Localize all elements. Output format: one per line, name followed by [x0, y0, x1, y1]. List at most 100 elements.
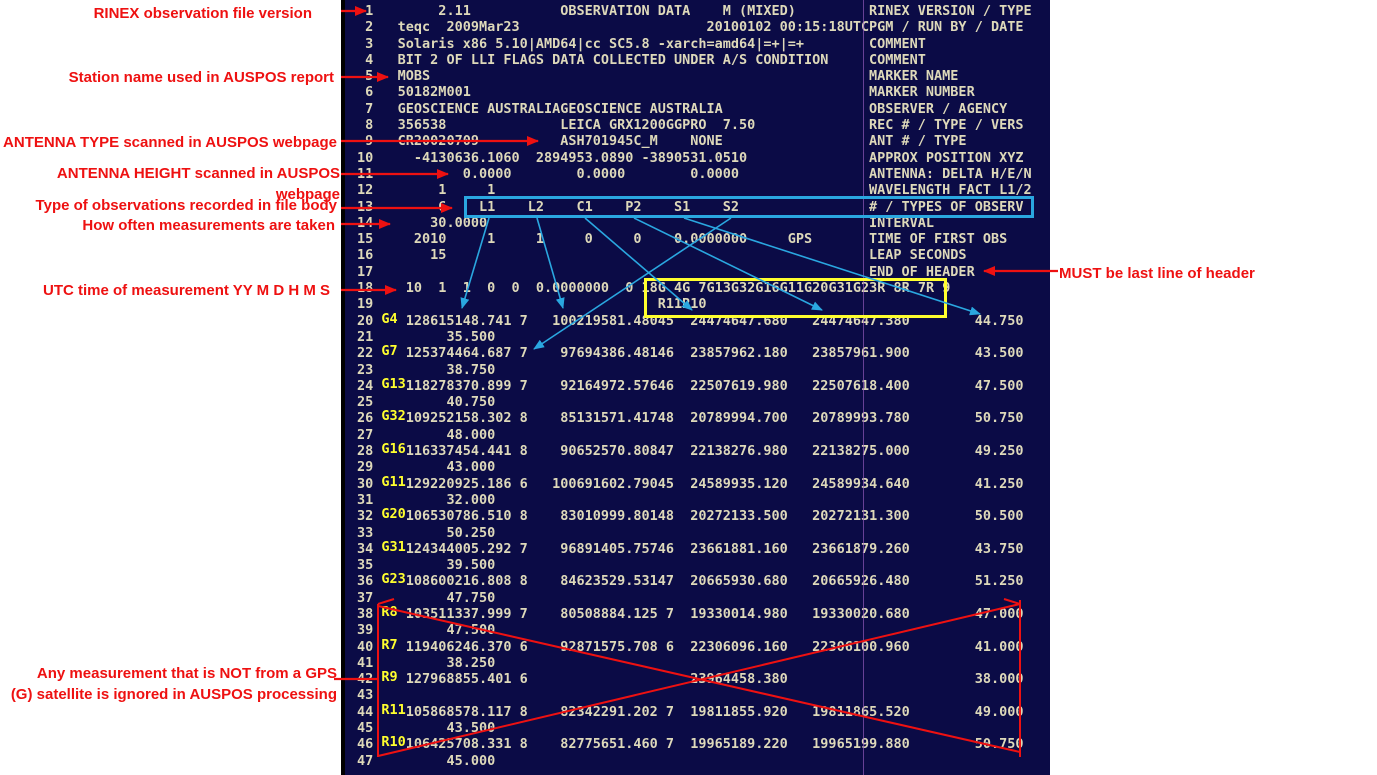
left-annotation-2: ANTENNA TYPE scanned in AUSPOS webpage — [3, 132, 337, 153]
types-of-observ-highlight-box — [464, 196, 1034, 218]
satellite-id-annotation: R8 — [381, 604, 405, 620]
line-number: 32 — [357, 508, 373, 524]
line-content: -4130636.1060 2894953.0890 -3890531.0510 — [398, 150, 748, 166]
satellite-id-annotation: R9 — [381, 669, 405, 685]
line-content: 50182M001 — [398, 84, 471, 100]
satellite-id-annotation: G16 — [381, 441, 405, 457]
header-label: MARKER NAME — [869, 68, 958, 84]
terminal-line-40: 40 R7 119406246.370 6 92871575.708 6 223… — [357, 639, 1050, 655]
satellite-id-annotation: G20 — [381, 506, 405, 522]
line-number: 6 — [357, 84, 373, 100]
line-number: 19 — [357, 296, 373, 312]
line-content: 35.500 — [398, 329, 496, 345]
line-content: BIT 2 OF LLI FLAGS DATA COLLECTED UNDER … — [398, 52, 829, 68]
line-content: 106530786.510 8 83010999.80148 20272133.… — [406, 508, 1024, 524]
line-content: 47.750 — [398, 590, 496, 606]
line-number: 4 — [357, 52, 373, 68]
line-number: 42 — [357, 671, 373, 687]
left-annotation-7: Any measurement that is NOT from a GPS (… — [11, 663, 337, 705]
line-content: 118278370.899 7 92164972.57646 22507619.… — [406, 378, 1024, 394]
line-content: 116337454.441 8 90652570.80847 22138276.… — [406, 443, 1024, 459]
satellite-id-annotation: G13 — [381, 376, 405, 392]
left-annotation-1: Station name used in AUSPOS report — [69, 67, 334, 88]
line-number: 13 — [357, 199, 373, 215]
terminal-line-30: 30 G11129220925.186 6 100691602.79045 24… — [357, 476, 1050, 492]
line-number: 12 — [357, 182, 373, 198]
line-number: 18 — [357, 280, 373, 296]
line-content: 38.250 — [398, 655, 496, 671]
terminal-line-39: 39 47.500 — [357, 622, 1050, 638]
line-content: 2.11 OBSERVATION DATA M (MIXED) — [398, 3, 796, 19]
line-number: 21 — [357, 329, 373, 345]
line-number: 46 — [357, 736, 373, 752]
left-annotation-6: UTC time of measurement YY M D H M S — [43, 280, 330, 301]
line-content: 40.750 — [398, 394, 496, 410]
terminal-lines: 1 2.11 OBSERVATION DATA M (MIXED) RINEX V… — [357, 3, 1050, 769]
line-number: 27 — [357, 427, 373, 443]
satellite-list-highlight-box — [644, 278, 947, 318]
annotated-rinex-screenshot: 1 2.11 OBSERVATION DATA M (MIXED) RINEX V… — [0, 0, 1377, 775]
terminal-line-35: 35 39.500 — [357, 557, 1050, 573]
line-content: 43.500 — [398, 720, 496, 736]
terminal-line-44: 44 R11105868578.117 8 82342291.202 7 198… — [357, 704, 1050, 720]
line-content: 108600216.808 8 84623529.53147 20665930.… — [406, 573, 1024, 589]
line-content: 48.000 — [398, 427, 496, 443]
line-content: 39.500 — [398, 557, 496, 573]
line-number: 36 — [357, 573, 373, 589]
line-content: 119406246.370 6 92871575.708 6 22306096.… — [406, 639, 1024, 655]
line-number: 35 — [357, 557, 373, 573]
terminal-line-15: 15 2010 1 1 0 0 0.0000000 GPS TIME OF FIR… — [357, 231, 1050, 247]
line-number: 1 — [357, 3, 373, 19]
terminal-line-31: 31 32.000 — [357, 492, 1050, 508]
terminal-line-2: 2 teqc 2009Mar23 20100102 00:15:18UTCPGM… — [357, 19, 1050, 35]
terminal-line-26: 26 G32109252158.302 8 85131571.41748 207… — [357, 410, 1050, 426]
line-content: 125374464.687 7 97694386.48146 23857962.… — [406, 345, 1024, 361]
line-content: 0.0000 0.0000 0.0000 — [398, 166, 739, 182]
line-content: teqc 2009Mar23 20100102 00:15:18UTC — [398, 19, 869, 35]
line-number: 28 — [357, 443, 373, 459]
line-number: 15 — [357, 231, 373, 247]
line-content: 129220925.186 6 100691602.79045 24589935… — [406, 476, 1024, 492]
satellite-id-annotation: R7 — [381, 637, 405, 653]
terminal-line-6: 6 50182M001MARKER NUMBER — [357, 84, 1050, 100]
line-number: 37 — [357, 590, 373, 606]
line-number: 39 — [357, 622, 373, 638]
terminal-panel[interactable]: 1 2.11 OBSERVATION DATA M (MIXED) RINEX V… — [341, 0, 1050, 775]
terminal-line-36: 36 G23108600216.808 8 84623529.53147 206… — [357, 573, 1050, 589]
header-label: ANTENNA: DELTA H/E/N — [869, 166, 1032, 182]
line-number: 45 — [357, 720, 373, 736]
header-label: PGM / RUN BY / DATE — [869, 19, 1023, 35]
terminal-line-4: 4 BIT 2 OF LLI FLAGS DATA COLLECTED UNDE… — [357, 52, 1050, 68]
line-number: 44 — [357, 704, 373, 720]
line-content: 2010 1 1 0 0 0.0000000 GPS — [398, 231, 813, 247]
line-content: 45.000 — [398, 753, 496, 769]
line-number: 43 — [357, 687, 373, 703]
line-number: 5 — [357, 68, 373, 84]
header-label: OBSERVER / AGENCY — [869, 101, 1007, 117]
line-number: 8 — [357, 117, 373, 133]
header-label: COMMENT — [869, 52, 926, 68]
line-content: 103511337.999 7 80508884.125 7 19330014.… — [406, 606, 1024, 622]
terminal-line-34: 34 G31124344005.292 7 96891405.75746 236… — [357, 541, 1050, 557]
line-content: 356538 LEICA GRX1200GGPRO 7.50 — [398, 117, 756, 133]
line-content: 43.000 — [398, 459, 496, 475]
line-content: 32.000 — [398, 492, 496, 508]
header-label: RINEX VERSION / TYPE — [869, 3, 1032, 19]
terminal-line-46: 46 R10106425708.331 8 82775651.460 7 199… — [357, 736, 1050, 752]
line-content: 124344005.292 7 96891405.75746 23661881.… — [406, 541, 1024, 557]
header-label: REC # / TYPE / VERS — [869, 117, 1023, 133]
line-number: 34 — [357, 541, 373, 557]
header-label: TIME OF FIRST OBS — [869, 231, 1007, 247]
terminal-line-9: 9 CR20020709 ASH701945C_M NONEANT # / TY… — [357, 133, 1050, 149]
terminal-line-24: 24 G13118278370.899 7 92164972.57646 225… — [357, 378, 1050, 394]
line-number: 20 — [357, 313, 373, 329]
terminal-line-47: 47 45.000 — [357, 753, 1050, 769]
terminal-line-27: 27 48.000 — [357, 427, 1050, 443]
terminal-line-1: 1 2.11 OBSERVATION DATA M (MIXED) RINEX V… — [357, 3, 1050, 19]
satellite-id-annotation: G4 — [381, 311, 405, 327]
line-number: 17 — [357, 264, 373, 280]
terminal-line-21: 21 35.500 — [357, 329, 1050, 345]
satellite-id-annotation: G11 — [381, 474, 405, 490]
line-number: 3 — [357, 36, 373, 52]
line-number: 25 — [357, 394, 373, 410]
